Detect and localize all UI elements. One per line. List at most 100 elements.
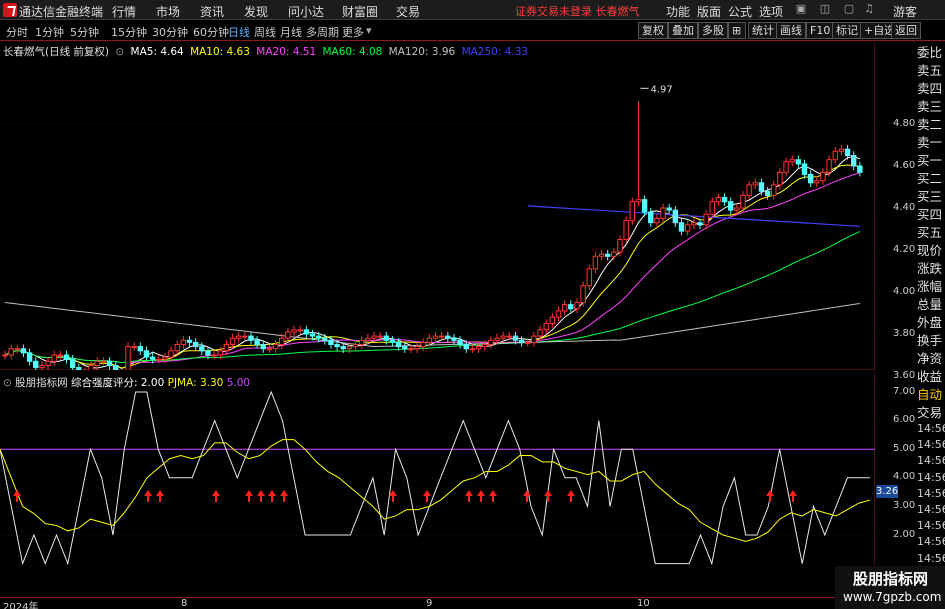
login-notice[interactable]: 证券交易未登录 长春燃气: [515, 3, 640, 19]
candle-body: [451, 337, 457, 341]
date-tick: 9: [426, 598, 433, 609]
menu-news[interactable]: 资讯: [200, 3, 224, 20]
ind-tick: 4.00: [893, 471, 916, 482]
candle-body: [205, 350, 211, 356]
menu-options[interactable]: 选项: [759, 3, 783, 20]
period-15min[interactable]: 15分钟: [111, 24, 147, 40]
period-1min[interactable]: 1分钟: [35, 24, 64, 40]
quote-field[interactable]: 买一: [917, 152, 945, 170]
candle-body: [186, 339, 193, 343]
menu-ask[interactable]: 问小达: [288, 3, 324, 20]
period-weekly[interactable]: 周线: [254, 24, 276, 40]
quote-field[interactable]: 涨跌: [917, 260, 945, 278]
quote-field[interactable]: 收益: [917, 368, 945, 386]
candle-body: [832, 150, 838, 161]
quote-field[interactable]: 买五: [917, 224, 945, 242]
quote-field[interactable]: 卖三: [917, 98, 945, 116]
candle-body: [420, 341, 426, 348]
quote-field[interactable]: 卖一: [917, 134, 945, 152]
score-label: 综合强度评分: 2.00: [71, 377, 165, 389]
settings-icon[interactable]: ⊙: [115, 46, 124, 58]
menu-bar: 通达信金融终端 行情 市场 资讯 发现 问小达 财富圈 交易 证券交易未登录 长…: [0, 0, 945, 20]
quote-field[interactable]: 买四: [917, 206, 945, 224]
candle-body: [488, 339, 494, 345]
quote-field[interactable]: 卖四: [917, 80, 945, 98]
menu-wealth[interactable]: 财富圈: [342, 3, 378, 20]
candle-body: [113, 365, 119, 370]
bell-icon[interactable]: ♫: [862, 2, 876, 16]
quote-field[interactable]: 卖五: [917, 62, 945, 80]
period-more[interactable]: 更多: [342, 24, 364, 40]
menu-market[interactable]: 市场: [156, 3, 180, 20]
candle-body: [648, 211, 654, 224]
candle-body: [143, 350, 150, 358]
candle-body: [100, 360, 107, 363]
period-30min[interactable]: 30分钟: [152, 24, 188, 40]
adjust-button[interactable]: 复权: [638, 22, 668, 39]
candle-body: [402, 346, 408, 350]
ma10-label: MA10: 4.63: [190, 46, 250, 58]
menu-trade[interactable]: 交易: [396, 3, 420, 20]
quote-field[interactable]: 委比: [917, 44, 945, 62]
indicator-toggle-icon[interactable]: ⊙: [3, 377, 12, 389]
candlestick-chart[interactable]: 4.973.56: [0, 42, 875, 370]
f10-button[interactable]: F10: [806, 22, 835, 39]
trade-label[interactable]: 交易: [917, 404, 945, 422]
quote-field[interactable]: 总量: [917, 296, 945, 314]
auto-label[interactable]: 自动: [917, 386, 945, 404]
tick-time: 14:56: [917, 551, 945, 565]
date-axis: 2024年 8 9 10: [0, 597, 875, 609]
quote-field[interactable]: 换手: [917, 332, 945, 350]
candle-body: [598, 253, 605, 257]
user-label[interactable]: 游客: [893, 3, 917, 20]
candle-body: [635, 199, 642, 203]
period-multi[interactable]: 多周期: [306, 24, 339, 40]
menu-formula[interactable]: 公式: [728, 3, 752, 20]
back-button[interactable]: 返回: [891, 22, 921, 39]
square-icon[interactable]: ▢: [842, 2, 856, 16]
quote-field[interactable]: 现价: [917, 242, 945, 260]
candle-body: [438, 335, 445, 338]
menu-quotes[interactable]: 行情: [112, 3, 136, 20]
candle-body: [242, 335, 248, 338]
stats-button[interactable]: 统计: [748, 22, 778, 39]
menu-discover[interactable]: 发现: [244, 3, 268, 20]
period-60min[interactable]: 60分钟: [193, 24, 229, 40]
indicator-chart[interactable]: [0, 372, 875, 597]
chevron-down-icon[interactable]: ▾: [366, 24, 372, 37]
period-daily[interactable]: 日线: [228, 24, 250, 40]
candle-body: [2, 354, 8, 357]
quote-field[interactable]: 涨幅: [917, 278, 945, 296]
candle-body: [352, 344, 359, 348]
period-5min[interactable]: 5分钟: [70, 24, 99, 40]
candle-body: [106, 360, 113, 366]
candle-body: [801, 163, 808, 175]
period-monthly[interactable]: 月线: [280, 24, 302, 40]
gift-icon[interactable]: ◫: [818, 2, 832, 16]
multi-stock-button[interactable]: 多股: [698, 22, 728, 39]
quote-field[interactable]: 外盘: [917, 314, 945, 332]
tick-time-list: 14:56 14:56 14:56 14:56 14:56 14:56 14:56 14:56…: [917, 421, 945, 583]
candle-body: [752, 182, 758, 186]
overlay-button[interactable]: 叠加: [668, 22, 698, 39]
quote-field[interactable]: 买二: [917, 170, 945, 188]
candle-body: [14, 348, 21, 351]
mark-button[interactable]: 标记: [832, 22, 862, 39]
candle-body: [758, 182, 765, 192]
candle-body: [322, 337, 328, 341]
candle-body: [33, 360, 39, 369]
grid-icon[interactable]: ⊞: [728, 22, 746, 39]
menu-layout[interactable]: 版面: [697, 3, 721, 20]
period-tick[interactable]: 分时: [6, 24, 28, 40]
candle-body: [137, 346, 144, 352]
candle-body: [611, 251, 617, 257]
shirt-icon[interactable]: ▣: [794, 2, 808, 16]
candle-body: [715, 197, 722, 203]
draw-line-button[interactable]: 画线: [776, 22, 806, 39]
menu-function[interactable]: 功能: [666, 3, 690, 20]
pjma-label: PJMA: 3.30: [167, 377, 224, 389]
quote-field[interactable]: 买三: [917, 188, 945, 206]
quote-field[interactable]: 卖二: [917, 116, 945, 134]
quote-field[interactable]: 净资: [917, 350, 945, 368]
indicator-name: 股朋指标网: [15, 377, 68, 389]
